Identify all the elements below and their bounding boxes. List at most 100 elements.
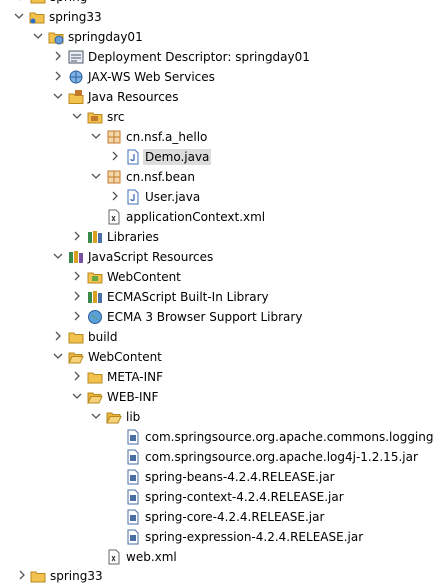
tree-row-partial-top[interactable]: spring [0, 0, 442, 7]
tree-item-spring33[interactable]: spring33 [0, 7, 442, 27]
tree-item-package-bean[interactable]: cn.nsf.bean [0, 167, 442, 187]
javascript-resources-icon [68, 249, 84, 265]
tree-item-jar[interactable]: spring-beans-4.2.4.RELEASE.jar [0, 467, 442, 487]
chevron-right-icon[interactable] [71, 290, 83, 302]
java-file-icon [125, 149, 141, 165]
tree-item-label: WebContent [107, 270, 181, 284]
tree-item-label: JavaScript Resources [88, 250, 214, 264]
chevron-down-icon[interactable] [52, 350, 64, 362]
tree-item-label: cn.nsf.bean [126, 170, 195, 184]
chevron-down-icon[interactable] [32, 30, 44, 42]
project-folder-icon [29, 9, 45, 25]
tree-item-label: spring33 [49, 10, 102, 24]
tree-item-label: com.springsource.org.apache.log4j-1.2.15… [145, 450, 418, 464]
tree-item-label: applicationContext.xml [126, 210, 266, 224]
globe-icon [87, 309, 103, 325]
project-folder-icon [30, 0, 46, 5]
java-resources-icon [68, 89, 84, 105]
library-icon [87, 289, 103, 305]
chevron-right-icon[interactable] [109, 190, 121, 202]
tree-item-label: spring-beans-4.2.4.RELEASE.jar [145, 470, 335, 484]
tree-item-libraries[interactable]: Libraries [0, 227, 442, 247]
chevron-right-icon[interactable] [71, 310, 83, 322]
tree-item-label: cn.nsf.a_hello [126, 130, 208, 144]
xml-file-icon [106, 549, 122, 565]
folder-icon [68, 329, 84, 345]
tree-item-label: ECMAScript Built-In Library [107, 290, 269, 304]
tree-item-jar[interactable]: spring-expression-4.2.4.RELEASE.jar [0, 527, 442, 547]
chevron-right-icon[interactable] [52, 50, 64, 62]
js-folder-icon [87, 269, 103, 285]
tree-item-label: Libraries [107, 230, 159, 244]
chevron-down-icon[interactable] [90, 410, 102, 422]
tree-item-springday01[interactable]: springday01 [0, 27, 442, 47]
tree-item-label: src [107, 110, 125, 124]
tree-item-label: WebContent [88, 350, 162, 364]
tree-item-webcontent[interactable]: WebContent [0, 347, 442, 367]
tree-item-javascript-resources[interactable]: JavaScript Resources [0, 247, 442, 267]
tree-item-web-inf[interactable]: WEB-INF [0, 387, 442, 407]
chevron-right-icon[interactable] [16, 569, 28, 581]
tree-item-jar[interactable]: com.springsource.org.apache.commons.logg… [0, 427, 442, 447]
jar-file-icon [125, 489, 141, 505]
java-file-icon [125, 189, 141, 205]
web-services-icon [68, 69, 84, 85]
jar-file-icon [125, 429, 141, 445]
jar-file-icon [125, 509, 141, 525]
tree-item-web-xml[interactable]: web.xml [0, 547, 442, 567]
source-folder-icon [87, 109, 103, 125]
tree-item-label: spring-context-4.2.4.RELEASE.jar [145, 490, 344, 504]
chevron-right-icon[interactable] [52, 330, 64, 342]
tree-item-user-java[interactable]: User.java [0, 187, 442, 207]
chevron-right-icon[interactable] [52, 70, 64, 82]
tree-item-label: Deployment Descriptor: springday01 [88, 50, 310, 64]
tree-item-ecma3-browser[interactable]: ECMA 3 Browser Support Library [0, 307, 442, 327]
jar-file-icon [125, 469, 141, 485]
tree-item-jar[interactable]: com.springsource.org.apache.log4j-1.2.15… [0, 447, 442, 467]
chevron-right-icon[interactable] [71, 270, 83, 282]
tree-item-deployment-descriptor[interactable]: Deployment Descriptor: springday01 [0, 47, 442, 67]
chevron-down-icon[interactable] [90, 170, 102, 182]
chevron-right-icon[interactable] [16, 0, 28, 2]
tree-item-label: spring-expression-4.2.4.RELEASE.jar [145, 530, 364, 544]
chevron-down-icon[interactable] [52, 250, 64, 262]
folder-open-icon [106, 409, 122, 425]
tree-item-js-webcontent[interactable]: WebContent [0, 267, 442, 287]
tree-item-label: web.xml [126, 550, 177, 564]
tree-item-label: spring33 [50, 569, 103, 583]
tree-item-jax-ws[interactable]: JAX-WS Web Services [0, 67, 442, 87]
tree-item-label: User.java [145, 190, 201, 204]
tree-item-java-resources[interactable]: Java Resources [0, 87, 442, 107]
tree-item-application-context-xml[interactable]: applicationContext.xml [0, 207, 442, 227]
chevron-down-icon[interactable] [71, 110, 83, 122]
project-folder-icon [30, 568, 46, 584]
jar-file-icon [125, 529, 141, 545]
chevron-down-icon[interactable] [13, 10, 25, 22]
chevron-right-icon[interactable] [71, 370, 83, 382]
tree-item-label: Java Resources [88, 90, 179, 104]
tree-item-lib[interactable]: lib [0, 407, 442, 427]
web-project-icon [48, 29, 64, 45]
tree-item-build[interactable]: build [0, 327, 442, 347]
chevron-down-icon[interactable] [71, 390, 83, 402]
tree-item-ecmascript-builtin[interactable]: ECMAScript Built-In Library [0, 287, 442, 307]
chevron-down-icon[interactable] [52, 90, 64, 102]
tree-item-label: WEB-INF [107, 390, 159, 404]
tree-item-label: lib [126, 410, 141, 424]
chevron-right-icon[interactable] [109, 150, 121, 162]
tree-item-package-a-hello[interactable]: cn.nsf.a_hello [0, 127, 442, 147]
package-icon [106, 129, 122, 145]
jar-file-icon [125, 449, 141, 465]
xml-file-icon [106, 209, 122, 225]
tree-item-label: spring-core-4.2.4.RELEASE.jar [145, 510, 325, 524]
tree-item-jar[interactable]: spring-context-4.2.4.RELEASE.jar [0, 487, 442, 507]
chevron-down-icon[interactable] [90, 130, 102, 142]
tree-row-partial-bottom[interactable]: spring33 [0, 566, 442, 586]
chevron-right-icon[interactable] [71, 230, 83, 242]
tree-item-label: com.springsource.org.apache.commons.logg… [145, 430, 434, 444]
tree-item-meta-inf[interactable]: META-INF [0, 367, 442, 387]
tree-item-demo-java[interactable]: Demo.java [0, 147, 442, 167]
tree-item-label: ECMA 3 Browser Support Library [107, 310, 303, 324]
tree-item-src[interactable]: src [0, 107, 442, 127]
tree-item-jar[interactable]: spring-core-4.2.4.RELEASE.jar [0, 507, 442, 527]
